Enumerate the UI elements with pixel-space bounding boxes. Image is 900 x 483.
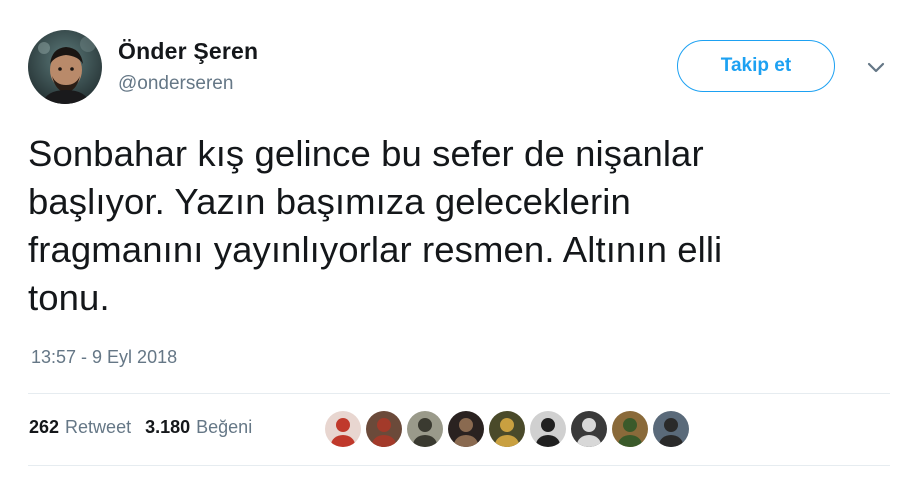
liker-avatar-8[interactable] <box>611 410 649 448</box>
tweet-text-line: Sonbahar kış gelince bu sefer de nişanla… <box>28 133 704 174</box>
tweet-text: Sonbahar kış gelince bu sefer de nişanla… <box>28 130 858 322</box>
like-label: Beğeni <box>196 417 253 437</box>
tweet-card: Önder Şeren @onderseren Takip et Sonbaha… <box>0 0 900 483</box>
liker-avatar-4[interactable] <box>447 410 485 448</box>
liker-avatar-6[interactable] <box>529 410 567 448</box>
liker-avatar-9[interactable] <box>652 410 690 448</box>
like-count: 3.180 <box>145 417 191 437</box>
user-display-name[interactable]: Önder Şeren <box>118 38 258 65</box>
liker-avatar-3[interactable] <box>406 410 444 448</box>
avatar-photo <box>28 30 102 104</box>
tweet-text-line: fragmanını yayınlıyorlar resmen. Altının… <box>28 229 723 270</box>
divider-top <box>28 393 890 394</box>
liker-avatars <box>324 410 693 448</box>
retweet-label: Retweet <box>65 417 132 437</box>
liker-avatar-1[interactable] <box>324 410 362 448</box>
user-handle[interactable]: @onderseren <box>118 73 233 95</box>
liker-avatar-5[interactable] <box>488 410 526 448</box>
user-avatar[interactable] <box>28 30 102 104</box>
like-stat[interactable]: 3.180 Beğeni <box>145 417 266 438</box>
retweet-stat[interactable]: 262 Retweet <box>29 417 145 438</box>
chevron-down-icon[interactable] <box>862 56 890 80</box>
tweet-text-line: başlıyor. Yazın başımıza geleceklerin <box>28 181 631 222</box>
tweet-text-line: tonu. <box>28 277 110 318</box>
engagement-stats: 262 Retweet 3.180 Beğeni <box>29 417 266 438</box>
tweet-timestamp[interactable]: 13:57 - 9 Eyl 2018 <box>31 347 177 368</box>
follow-button[interactable]: Takip et <box>677 40 835 92</box>
divider-bottom <box>28 465 890 466</box>
liker-avatar-2[interactable] <box>365 410 403 448</box>
retweet-count: 262 <box>29 417 60 437</box>
liker-avatar-7[interactable] <box>570 410 608 448</box>
